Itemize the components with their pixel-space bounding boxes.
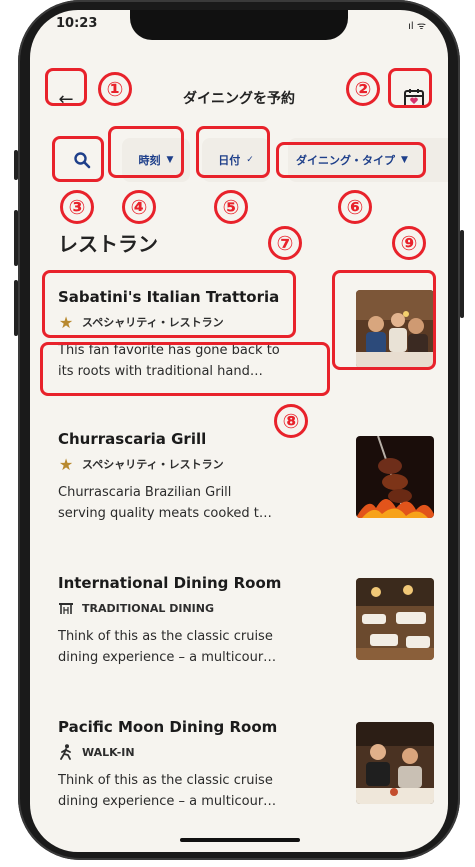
calendar-heart-icon [404, 89, 424, 108]
description-line: dining experience – a multicour… [58, 650, 277, 665]
time-filter[interactable]: 時刻 ▼ [122, 138, 190, 182]
restaurant-card[interactable]: Churrascaria Grill ★ スペシャリティ・レストラン Churr… [52, 430, 434, 524]
restaurant-card[interactable]: Pacific Moon Dining Room WALK-IN Think o… [52, 718, 434, 812]
star-icon: ★ [58, 312, 74, 332]
mute-switch [14, 150, 18, 180]
description-line: its roots with traditional hand… [58, 364, 263, 379]
volume-up-button [14, 210, 18, 266]
restaurant-photo [356, 290, 434, 368]
search-icon [74, 152, 91, 169]
annotation-number: ⑨ [392, 226, 426, 260]
restaurant-photo [356, 722, 434, 804]
chevron-down-icon: ▼ [401, 155, 408, 165]
dining-type-filter[interactable]: ダイニング・タイプ ▼ [288, 138, 448, 182]
category-label: WALK-IN [82, 745, 135, 759]
category-label: スペシャリティ・レストラン [82, 316, 224, 329]
date-filter[interactable]: 日付 ✓ [202, 138, 270, 182]
restaurant-description: Churrascaria Brazilian Grill serving qua… [58, 482, 338, 524]
filter-bar: 時刻 ▼ 日付 ✓ ダイニング・タイプ ▼ [30, 138, 448, 186]
status-icons: ıl ᯤ [408, 21, 426, 32]
category-label: スペシャリティ・レストラン [82, 458, 224, 471]
notch [130, 10, 348, 40]
power-button [460, 230, 464, 318]
app-screen: 10:23 ıl ᯤ ← ダイニングを予約 時刻 ▼ 日付 ✓ ダイニング・タイ… [30, 10, 448, 852]
annotation-number: ③ [60, 190, 94, 224]
category-label: TRADITIONAL DINING [82, 601, 214, 615]
calendar-button[interactable] [396, 80, 432, 116]
home-indicator [180, 838, 300, 842]
search-button[interactable] [52, 138, 112, 182]
annotation-number: ⑦ [268, 226, 302, 260]
annotation-number: ④ [122, 190, 156, 224]
restaurant-card[interactable]: International Dining Room TRADITIONAL DI… [52, 574, 434, 668]
dining-type-label: ダイニング・タイプ [296, 154, 395, 167]
restaurant-description: Think of this as the classic cruise dini… [58, 770, 338, 812]
page-title: ダイニングを予約 [183, 91, 295, 107]
star-icon: ★ [58, 454, 74, 474]
date-filter-label: 日付 [218, 154, 241, 167]
annotation-number: ② [346, 72, 380, 106]
status-time: 10:23 [56, 16, 98, 31]
walking-person-icon [58, 744, 74, 760]
description-line: Churrascaria Brazilian Grill [58, 485, 232, 500]
restaurant-description: This fan favorite has gone back to its r… [58, 340, 338, 382]
time-filter-label: 時刻 [138, 154, 161, 167]
restaurant-description: Think of this as the classic cruise dini… [58, 626, 338, 668]
section-heading: レストラン [58, 232, 158, 256]
annotation-number: ⑧ [274, 404, 308, 438]
restaurant-photo [356, 578, 434, 660]
chevron-down-icon: ✓ [246, 155, 254, 165]
chevron-down-icon: ▼ [166, 155, 174, 165]
description-line: Think of this as the classic cruise [58, 773, 273, 788]
dining-table-icon [58, 600, 74, 616]
restaurant-card[interactable]: Sabatini's Italian Trattoria ★ スペシャリティ・レ… [52, 288, 434, 382]
volume-down-button [14, 280, 18, 336]
description-line: Think of this as the classic cruise [58, 629, 273, 644]
annotation-number: ⑥ [338, 190, 372, 224]
description-line: serving quality meats cooked t… [58, 506, 272, 521]
annotation-number: ① [98, 72, 132, 106]
description-line: This fan favorite has gone back to [58, 343, 280, 358]
description-line: dining experience – a multicour… [58, 794, 277, 809]
restaurant-photo [356, 436, 434, 518]
annotation-number: ⑤ [214, 190, 248, 224]
